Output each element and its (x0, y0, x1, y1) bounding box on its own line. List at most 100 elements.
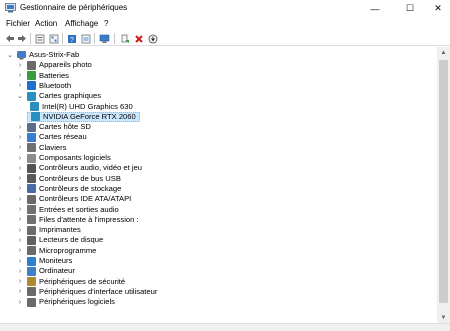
computer-name: Asus-Strix-Fab (29, 50, 80, 59)
device-category-icon (27, 122, 36, 132)
device-category-icon (27, 297, 36, 307)
device-category-icon (27, 132, 36, 142)
scroll-down-icon[interactable]: ▼ (437, 312, 450, 323)
menu-bar: Fichier Action Affichage ? (0, 17, 450, 31)
tree-category[interactable]: › Contrôleurs de bus USB (16, 174, 121, 184)
expand-icon[interactable]: › (16, 143, 24, 153)
minimize-button[interactable]: — (360, 0, 390, 17)
tree-category[interactable]: › Appareils photo (16, 60, 92, 70)
back-arrow-icon[interactable] (4, 33, 15, 44)
expand-icon[interactable]: › (16, 235, 24, 245)
update-list-icon[interactable] (48, 33, 59, 44)
vertical-scrollbar[interactable]: ▲ ▼ (437, 47, 450, 323)
tree-category[interactable]: › Entrées et sorties audio (16, 205, 119, 215)
tree-category-label: Microprogramme (39, 245, 97, 255)
expand-icon[interactable]: › (16, 184, 24, 194)
device-category-icon (27, 60, 36, 70)
expand-icon[interactable]: › (16, 153, 24, 163)
expand-icon[interactable]: › (16, 174, 24, 184)
show-hidden-icon[interactable] (80, 33, 91, 44)
expand-icon[interactable]: › (16, 132, 24, 142)
tree-category-label: Files d'attente à l'impression : (39, 214, 139, 224)
expand-icon[interactable]: › (16, 81, 24, 91)
uninstall-icon[interactable] (133, 33, 144, 44)
scroll-up-icon[interactable]: ▲ (437, 47, 450, 58)
tree-category-label: Composants logiciels (39, 153, 111, 162)
forward-arrow-icon[interactable] (16, 33, 27, 44)
expand-icon[interactable]: › (16, 194, 24, 204)
tree-category[interactable]: › Contrôleurs de stockage (16, 184, 121, 194)
expand-icon[interactable]: › (16, 297, 24, 307)
menu-help[interactable]: ? (104, 19, 108, 28)
tree-category[interactable]: › Lecteurs de disque (16, 235, 103, 245)
scan-hardware-icon[interactable] (99, 33, 110, 44)
device-category-icon (27, 143, 36, 153)
tree-category[interactable]: › Ordinateur (16, 266, 75, 276)
expand-icon[interactable]: › (16, 287, 24, 297)
tree-category[interactable]: › Cartes hôte SD (16, 122, 91, 132)
tree-category[interactable]: › Moniteurs (16, 256, 72, 266)
scrollbar-thumb[interactable] (439, 60, 448, 303)
tree-category[interactable]: › Files d'attente à l'impression : (16, 215, 139, 225)
tree-category-label: Contrôleurs de stockage (39, 183, 122, 193)
device-manager-icon (5, 3, 16, 13)
download-driver-icon[interactable] (147, 33, 158, 44)
tree-category-label: Contrôleurs audio, vidéo et jeu (39, 163, 143, 173)
expand-icon[interactable]: › (16, 60, 24, 70)
expand-icon[interactable]: › (16, 122, 24, 132)
status-bar (0, 323, 450, 331)
tree-category[interactable]: › Batteries (16, 71, 69, 81)
device-category-icon (27, 256, 36, 266)
tree-category[interactable]: ⌄ Cartes graphiques (16, 91, 101, 101)
device-category-icon (27, 205, 36, 214)
tree-category[interactable]: › Microprogramme (16, 246, 96, 256)
title-bar: Gestionnaire de périphériques — ☐ ✕ (0, 0, 450, 17)
tree-category[interactable]: › Périphériques de sécurité (16, 277, 125, 287)
display-adapter-icon (30, 102, 39, 111)
expand-icon[interactable]: › (16, 266, 24, 276)
properties-icon[interactable] (34, 33, 45, 44)
tree-category[interactable]: › Imprimantes (16, 225, 81, 235)
tree-category[interactable]: › Périphériques logiciels (16, 297, 115, 307)
expand-icon[interactable]: › (16, 256, 24, 266)
tree-category[interactable]: › Bluetooth (16, 81, 71, 91)
menu-action[interactable]: Action (35, 19, 57, 28)
help-icon[interactable]: ? (66, 33, 77, 44)
expand-icon[interactable]: › (16, 277, 24, 287)
device-category-icon (27, 215, 36, 225)
tree-category-label: Moniteurs (39, 256, 73, 265)
expand-icon[interactable]: › (16, 225, 24, 235)
device-category-icon (27, 225, 36, 235)
expand-icon[interactable]: › (16, 163, 24, 173)
tree-category-label: Ordinateur (39, 266, 75, 276)
device-category-icon (27, 266, 36, 276)
tree-category[interactable]: › Claviers (16, 143, 66, 153)
tree-category[interactable]: › Contrôleurs IDE ATA/ATAPI (16, 194, 131, 204)
collapse-icon[interactable]: ⌄ (6, 50, 14, 60)
menu-fichier[interactable]: Fichier (6, 19, 30, 28)
tree-device-label: Intel(R) UHD Graphics 630 (42, 101, 133, 111)
display-adapter-icon (31, 112, 40, 122)
maximize-button[interactable]: ☐ (395, 0, 425, 17)
expand-icon[interactable]: › (16, 215, 24, 225)
enable-device-icon[interactable] (119, 33, 130, 44)
close-button[interactable]: ✕ (423, 0, 450, 17)
expand-icon[interactable]: › (16, 71, 24, 81)
tree-category[interactable]: › Périphériques d'interface utilisateur (16, 287, 157, 297)
tree-device[interactable]: NVIDIA GeForce RTX 2060 (27, 111, 140, 122)
collapse-icon[interactable]: ⌄ (16, 91, 24, 101)
device-category-icon (27, 153, 36, 163)
tree-category[interactable]: › Contrôleurs audio, vidéo et jeu (16, 163, 142, 173)
expand-icon[interactable]: › (16, 246, 24, 256)
tree-category-label: Claviers (39, 142, 67, 152)
tree-category[interactable]: › Composants logiciels (16, 153, 111, 163)
tree-device[interactable]: Intel(R) UHD Graphics 630 (27, 102, 133, 112)
device-category-icon (27, 277, 36, 287)
tree-category[interactable]: › Cartes réseau (16, 132, 87, 142)
expand-icon[interactable]: › (16, 205, 24, 215)
tree-category-label: Entrées et sorties audio (39, 204, 119, 214)
menu-affichage[interactable]: Affichage (65, 19, 98, 28)
tree-category-label: Cartes réseau (39, 132, 87, 142)
device-category-icon (27, 184, 36, 194)
tree-root[interactable]: ⌄ Asus-Strix-Fab (6, 50, 79, 60)
